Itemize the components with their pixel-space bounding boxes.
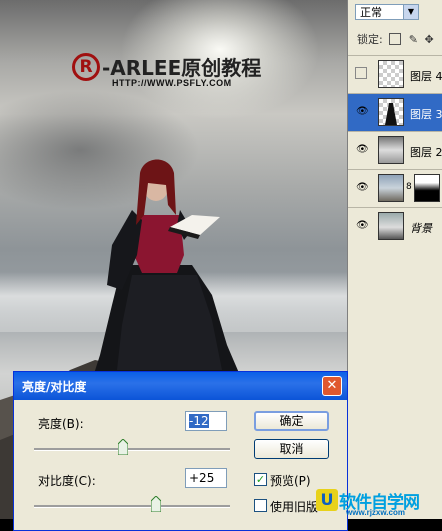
brightness-slider-track[interactable] [34, 448, 230, 451]
watermark-brand: -ARLEE原创教程 [102, 56, 262, 80]
layer-name: 图层 4 [410, 70, 442, 83]
dialog-titlebar[interactable]: 亮度/对比度 ✕ [14, 372, 347, 400]
blend-mode-value: 正常 [360, 6, 382, 19]
contrast-input[interactable]: +25 [185, 468, 227, 488]
preview-label: 预览(P) [270, 474, 311, 488]
brightness-slider-thumb[interactable] [118, 439, 128, 455]
ok-button[interactable]: 确定 [254, 411, 329, 431]
eye-icon[interactable]: 👁 [356, 220, 369, 232]
eye-icon[interactable]: 👁 [356, 182, 369, 194]
layer-mask-thumbnail[interactable] [414, 174, 440, 202]
figure-thumb-icon [385, 103, 397, 125]
layers-panel: 正常 ▼ 锁定: ✎ ✥ 图层 4 👁 图层 3 👁 图层 2 👁 8 👁 背景 [347, 0, 442, 519]
lock-label: 锁定: [357, 33, 383, 46]
layer-thumbnail [378, 60, 404, 88]
site-logo-url: www.rjzxw.com [346, 508, 405, 517]
woman-figure [92, 159, 242, 380]
registered-icon: R [72, 52, 100, 81]
chain-link-icon[interactable]: 8 [406, 182, 412, 192]
preview-checkbox[interactable]: ✓ [254, 473, 267, 486]
contrast-slider-thumb[interactable] [151, 496, 161, 512]
brightness-contrast-dialog: 亮度/对比度 ✕ 亮度(B): -12 对比度(C): +25 确定 取消 ✓ … [13, 371, 348, 531]
arlee-watermark: R -ARLEE原创教程 [72, 52, 261, 81]
layer-name: 图层 3 [410, 108, 442, 121]
watermark-url: HTTP://WWW.PSFLY.COM [112, 78, 232, 88]
close-icon[interactable]: ✕ [322, 376, 342, 396]
legacy-checkbox[interactable] [254, 499, 267, 512]
lock-paint-icon[interactable]: ✎ [409, 33, 418, 46]
layer-thumbnail [378, 98, 404, 126]
blend-mode-select[interactable]: 正常 ▼ [355, 4, 419, 20]
layer-row-2[interactable]: 👁 图层 2 [348, 131, 442, 169]
layer-thumbnail [378, 212, 404, 240]
brightness-input[interactable]: -12 [185, 411, 227, 431]
site-logo-badge: U [316, 489, 338, 511]
layer-name: 背景 [410, 222, 432, 235]
layer-row-background[interactable]: 👁 背景 [348, 207, 442, 245]
lock-transparency-icon[interactable] [389, 33, 402, 45]
contrast-slider-track[interactable] [34, 505, 230, 508]
brightness-value: -12 [189, 414, 209, 428]
contrast-value: +25 [189, 471, 215, 485]
chevron-down-icon[interactable]: ▼ [403, 5, 418, 19]
eye-icon[interactable]: 👁 [356, 106, 369, 118]
layer-name: 图层 2 [410, 146, 442, 159]
eye-icon[interactable]: 👁 [356, 144, 369, 156]
brightness-label: 亮度(B): [38, 417, 84, 431]
layer-row-masked[interactable]: 👁 8 [348, 169, 442, 207]
layer-thumbnail [378, 136, 404, 164]
lock-move-icon[interactable]: ✥ [424, 33, 433, 46]
legacy-label: 使用旧版 [270, 500, 319, 514]
layer-row-3[interactable]: 👁 图层 3 [348, 93, 442, 131]
contrast-label: 对比度(C): [38, 474, 96, 488]
cancel-button[interactable]: 取消 [254, 439, 329, 459]
dialog-title: 亮度/对比度 [22, 380, 87, 394]
lock-row: 锁定: ✎ ✥ [357, 31, 434, 47]
visibility-toggle-empty[interactable] [355, 67, 367, 79]
layer-thumbnail [378, 174, 404, 202]
layer-row-4[interactable]: 图层 4 [348, 55, 442, 93]
